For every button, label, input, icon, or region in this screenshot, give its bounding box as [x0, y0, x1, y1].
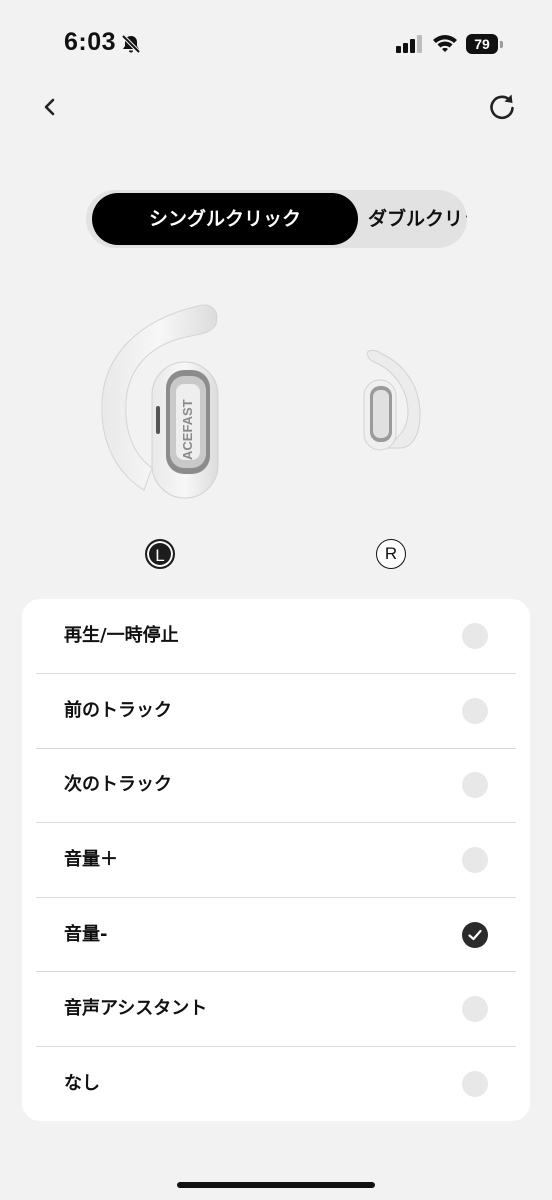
- signal-icon: [396, 35, 422, 53]
- option-volume-down[interactable]: 音量-: [36, 898, 516, 972]
- left-earbud-brand: ACEFAST: [180, 399, 195, 460]
- option-label: 再生/一時停止: [64, 625, 179, 646]
- option-none[interactable]: なし: [36, 1047, 516, 1121]
- left-earbud-badge[interactable]: L: [145, 539, 175, 569]
- click-type-tabs: シングルクリック ダブルクリック ト: [86, 190, 467, 248]
- refresh-icon: [490, 94, 514, 120]
- radio-unchecked-icon[interactable]: [462, 847, 488, 873]
- left-earbud-image[interactable]: ACEFAST: [98, 298, 224, 502]
- radio-unchecked-icon[interactable]: [462, 1071, 488, 1097]
- battery-icon: 79: [466, 34, 504, 54]
- option-label: 次のトラック: [64, 774, 172, 795]
- radio-unchecked-icon[interactable]: [462, 996, 488, 1022]
- tab-double-click[interactable]: ダブルクリック: [368, 193, 467, 245]
- option-label: 音量-: [64, 924, 108, 945]
- battery-cap: [500, 41, 503, 48]
- home-indicator[interactable]: [177, 1182, 375, 1188]
- option-label: 前のトラック: [64, 700, 172, 721]
- option-previous-track[interactable]: 前のトラック: [36, 674, 516, 748]
- back-button[interactable]: [34, 90, 66, 124]
- radio-unchecked-icon[interactable]: [462, 772, 488, 798]
- chevron-left-icon: [44, 98, 55, 116]
- option-next-track[interactable]: 次のトラック: [36, 748, 516, 822]
- right-earbud-image[interactable]: [360, 350, 424, 454]
- action-options-list: 再生/一時停止 前のトラック 次のトラック 音量＋ 音量- 音声アシスタント な…: [22, 599, 530, 1121]
- battery-level: 79: [466, 34, 498, 54]
- status-time: 6:03: [64, 28, 117, 56]
- bell-slash-icon: [121, 34, 141, 54]
- radio-unchecked-icon[interactable]: [462, 623, 488, 649]
- right-earbud-badge[interactable]: R: [376, 539, 406, 569]
- refresh-button[interactable]: [486, 91, 518, 123]
- option-play-pause[interactable]: 再生/一時停止: [36, 599, 516, 673]
- radio-unchecked-icon[interactable]: [462, 698, 488, 724]
- option-voice-assistant[interactable]: 音声アシスタント: [36, 972, 516, 1046]
- status-bar: 6:03 79: [0, 0, 552, 90]
- option-volume-up[interactable]: 音量＋: [36, 823, 516, 897]
- tab-single-click[interactable]: シングルクリック: [92, 193, 358, 245]
- option-label: 音量＋: [64, 849, 118, 870]
- checkmark-icon: [468, 929, 482, 941]
- option-label: なし: [64, 1073, 100, 1094]
- option-label: 音声アシスタント: [64, 998, 208, 1019]
- wifi-icon: [433, 35, 457, 52]
- radio-checked-icon[interactable]: [462, 922, 488, 948]
